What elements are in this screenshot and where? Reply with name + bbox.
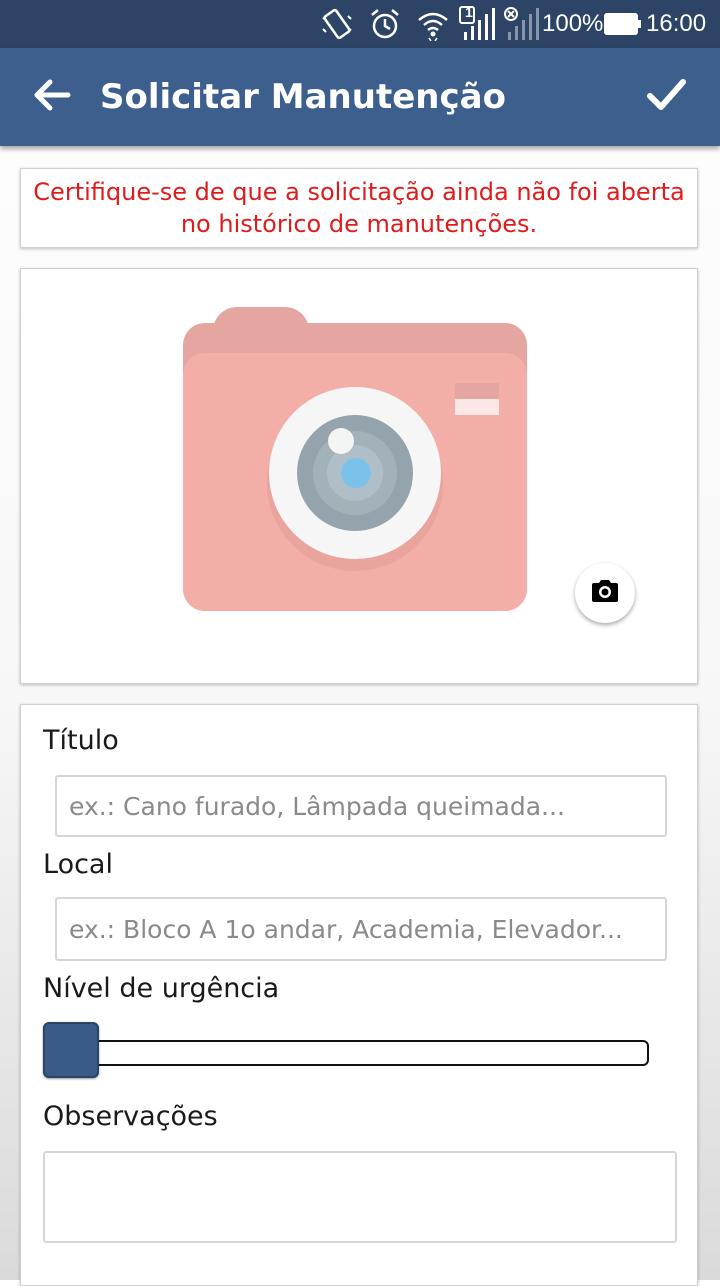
notes-label: Observações [43, 1101, 218, 1132]
title-input[interactable] [55, 775, 667, 837]
app-bar: Solicitar Manutenção [0, 48, 720, 146]
status-bar: 1 100% 16:00 [0, 0, 720, 48]
camera-icon [590, 578, 620, 608]
notes-textarea[interactable] [43, 1151, 677, 1243]
sim-badge: 1 [465, 4, 473, 20]
wifi-icon [416, 0, 450, 48]
signal-sim1-icon: 1 [458, 0, 496, 48]
urgency-slider-thumb[interactable] [43, 1022, 99, 1078]
urgency-slider-track[interactable] [69, 1040, 649, 1066]
photo-card [20, 268, 698, 684]
arrow-left-icon [32, 75, 72, 119]
take-photo-button[interactable] [575, 563, 635, 623]
battery-percent: 100% [542, 10, 604, 37]
clock: 16:00 [646, 10, 707, 37]
vibrate-icon [320, 0, 354, 48]
alarm-icon [368, 0, 402, 48]
check-icon [646, 75, 686, 119]
camera-placeholder-icon[interactable] [183, 307, 529, 617]
location-label: Local [43, 849, 113, 880]
warning-text: Certifique-se de que a solicitação ainda… [33, 178, 685, 238]
request-form: Título Local Nível de urgência Observaçõ… [20, 704, 698, 1286]
signal-sim2-icon [502, 0, 540, 48]
back-button[interactable] [24, 73, 80, 121]
warning-box: Certifique-se de que a solicitação ainda… [20, 168, 698, 248]
location-input[interactable] [55, 897, 667, 961]
battery-icon [604, 0, 642, 48]
urgency-label: Nível de urgência [43, 973, 280, 1004]
confirm-button[interactable] [636, 72, 696, 122]
page-title: Solicitar Manutenção [100, 77, 506, 117]
title-label: Título [43, 725, 119, 756]
